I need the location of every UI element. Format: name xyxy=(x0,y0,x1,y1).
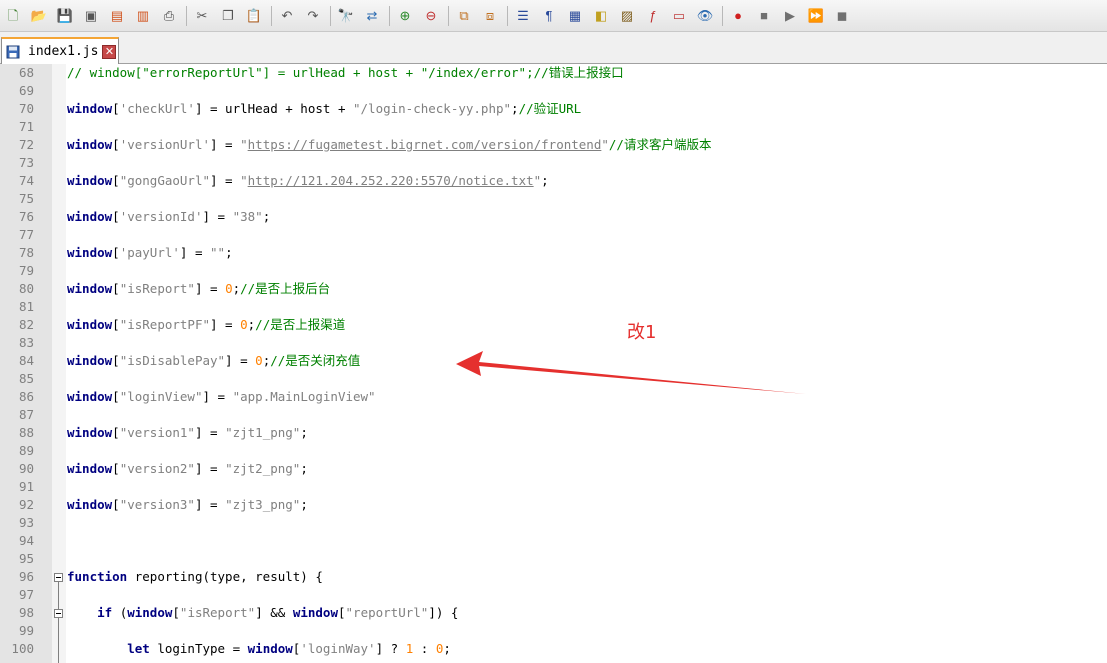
annotation-label: 改1 xyxy=(627,322,657,343)
annotation-arrow xyxy=(456,351,806,394)
